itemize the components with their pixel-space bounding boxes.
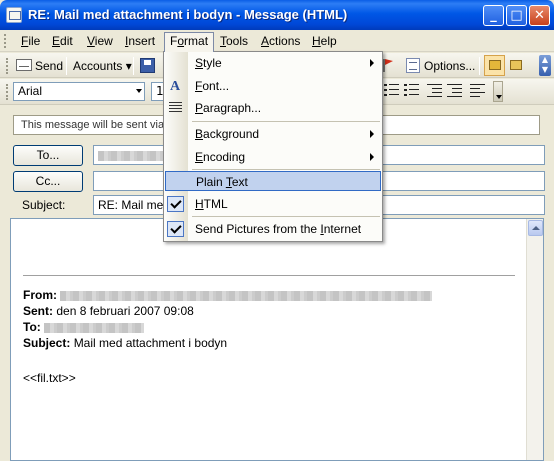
sent-value: den 8 februari 2007 09:08	[56, 304, 194, 318]
insert-picture-icon[interactable]	[508, 57, 525, 74]
send-label: Send	[35, 59, 64, 73]
toolbar-separator	[479, 57, 480, 75]
toolbar-grip[interactable]	[6, 58, 9, 74]
minimize-button[interactable]: _	[483, 5, 504, 26]
menu-view[interactable]: View	[82, 33, 118, 50]
menu-edit[interactable]: Edit	[47, 33, 78, 50]
toolbar-overflow-button[interactable]: ▲ ▼	[539, 55, 551, 76]
submenu-arrow-icon	[370, 59, 374, 67]
flag-icon[interactable]	[382, 58, 394, 72]
menu-separator	[192, 216, 380, 217]
maximize-button[interactable]: □	[506, 5, 527, 26]
menu-file[interactable]: File	[16, 33, 45, 50]
paragraph-icon	[169, 102, 182, 114]
checkmark-icon	[167, 221, 184, 237]
subject-label: Subject:	[23, 336, 71, 350]
menu-insert[interactable]: Insert	[120, 33, 160, 50]
accounts-label: Accounts	[73, 59, 123, 73]
menu-actions[interactable]: Actions	[256, 33, 305, 50]
save-icon[interactable]	[140, 58, 155, 73]
numbered-list-icon[interactable]	[384, 83, 400, 97]
cc-button[interactable]: Cc...	[13, 171, 83, 192]
menu-item-encoding[interactable]: Encoding	[164, 147, 382, 167]
reply-divider	[23, 275, 515, 276]
sent-label: Sent:	[23, 304, 53, 318]
subject-label: Subject:	[22, 198, 66, 212]
accounts-button[interactable]: Accounts ▾	[73, 56, 132, 76]
menu-separator	[192, 121, 380, 122]
toolbar-grip[interactable]	[6, 84, 9, 100]
menu-help[interactable]: Help	[307, 33, 342, 50]
submenu-arrow-icon	[370, 130, 374, 138]
subject-value: Mail med attachment i bodyn	[73, 336, 228, 350]
title-bar: RE: Mail med attachment i bodyn - Messag…	[0, 0, 554, 30]
from-line: From:	[23, 288, 433, 302]
redacted-text	[98, 150, 168, 161]
menu-item-background[interactable]: Background	[164, 124, 382, 144]
increase-indent-icon[interactable]	[447, 83, 463, 97]
menu-item-plain-text[interactable]: Plain Text	[165, 171, 381, 191]
menu-bar: File Edit View Insert Format Tools Actio…	[0, 30, 554, 52]
toolbar-more-button[interactable]	[493, 81, 503, 102]
menubar-grip[interactable]	[4, 34, 7, 48]
to-button[interactable]: To...	[13, 145, 83, 166]
send-button[interactable]: Send	[16, 56, 63, 76]
close-button[interactable]: ✕	[529, 5, 550, 26]
send-icon	[16, 59, 32, 71]
redacted-text	[60, 290, 433, 301]
html-format-icon[interactable]	[484, 55, 505, 76]
chevron-down-icon: ▾	[125, 59, 132, 73]
options-button[interactable]: Options...	[424, 56, 475, 76]
align-icon[interactable]	[470, 83, 486, 97]
to-line: To:	[23, 320, 145, 334]
font-select[interactable]: Arial	[13, 82, 145, 101]
menu-format[interactable]: Format	[164, 32, 215, 52]
font-icon: A	[170, 79, 181, 94]
message-body[interactable]: From: Sent: den 8 februari 2007 09:08 To…	[10, 218, 544, 461]
toolbar-separator	[133, 57, 134, 75]
menu-separator	[192, 169, 380, 170]
sent-line: Sent: den 8 februari 2007 09:08	[23, 304, 194, 318]
bullet-list-icon[interactable]	[404, 83, 420, 97]
vertical-scrollbar[interactable]	[526, 219, 543, 460]
submenu-arrow-icon	[370, 153, 374, 161]
redacted-text	[44, 322, 145, 333]
decrease-indent-icon[interactable]	[427, 83, 443, 97]
menu-item-send-pictures[interactable]: Send Pictures from the Internet	[164, 219, 382, 239]
format-menu: Style A Font... Paragraph... Background …	[163, 51, 383, 242]
scroll-up-icon[interactable]	[528, 220, 543, 236]
menu-item-html[interactable]: HTML	[164, 194, 382, 214]
font-value: Arial	[18, 84, 43, 98]
menu-tools[interactable]: Tools	[215, 33, 253, 50]
window-title: RE: Mail med attachment i bodyn - Messag…	[28, 7, 348, 22]
checkmark-icon	[167, 196, 184, 212]
attachment-link[interactable]: <<fil.txt>>	[23, 371, 76, 385]
options-icon[interactable]	[406, 58, 420, 73]
from-label: From:	[23, 288, 57, 302]
menu-item-font[interactable]: A Font...	[164, 76, 382, 96]
subject-line: Subject: Mail med attachment i bodyn	[23, 336, 227, 350]
menu-item-style[interactable]: Style	[164, 53, 382, 73]
menu-item-paragraph[interactable]: Paragraph...	[164, 98, 382, 118]
message-icon	[6, 7, 22, 23]
toolbar-separator	[66, 57, 67, 75]
to-label: To:	[23, 320, 41, 334]
chevron-down-icon[interactable]	[136, 89, 142, 93]
